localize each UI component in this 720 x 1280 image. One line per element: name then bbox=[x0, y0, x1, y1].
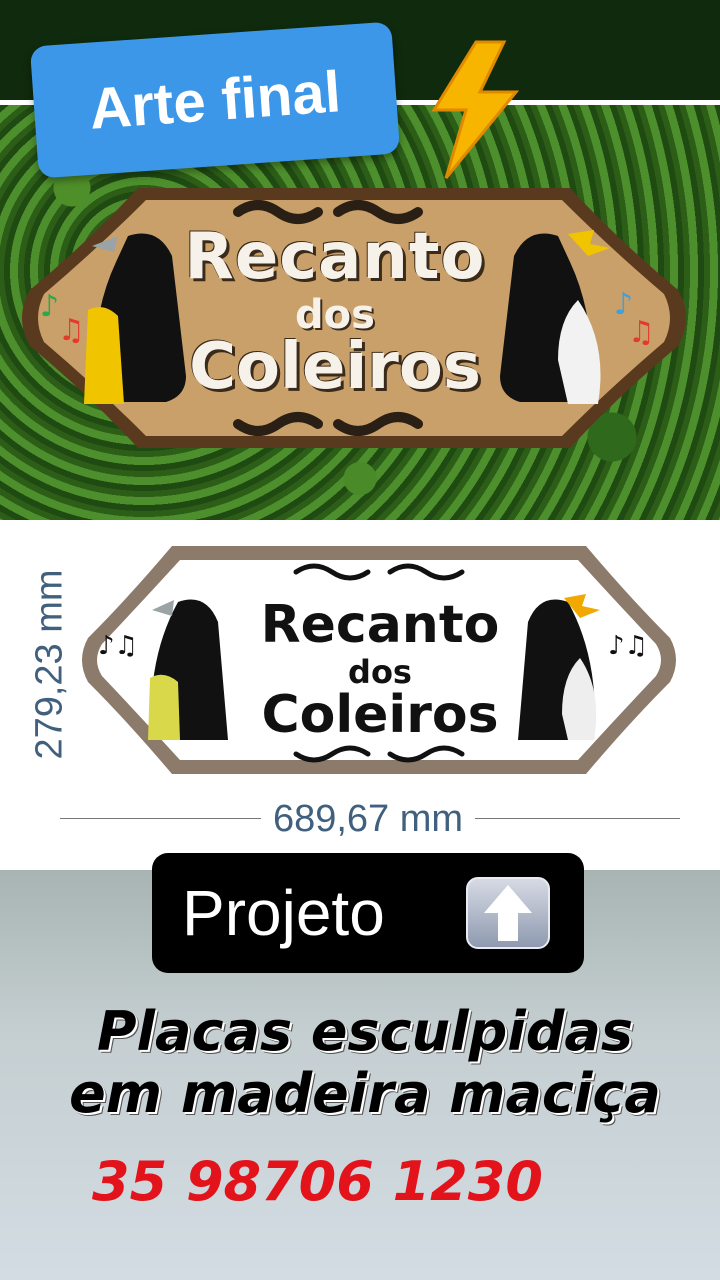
wood-sign-title: Recanto bbox=[184, 220, 486, 294]
height-dimension: 279,23 mm bbox=[28, 545, 72, 785]
svg-text:♫: ♫ bbox=[58, 313, 85, 348]
lightning-icon bbox=[431, 40, 520, 179]
width-dimension: 689,67 mm bbox=[52, 798, 684, 840]
height-label: 279,23 mm bbox=[28, 569, 71, 760]
projeto-label: Projeto bbox=[182, 877, 385, 949]
svg-text:♪♫: ♪♫ bbox=[98, 631, 138, 661]
width-label: 689,67 mm bbox=[260, 798, 476, 840]
drawing-name: Coleiros bbox=[261, 685, 499, 745]
phone-number: 35 98706 1230 bbox=[92, 1150, 543, 1213]
drawing-title: Recanto bbox=[260, 595, 500, 655]
projeto-button: Projeto bbox=[152, 853, 584, 973]
wood-sign-name: Coleiros bbox=[189, 330, 481, 404]
headline-line-2: em madeira maciça bbox=[69, 1062, 661, 1125]
arte-final-label: Arte final bbox=[87, 58, 343, 142]
headline-line-1: Placas esculpidas bbox=[96, 1000, 634, 1063]
svg-text:♪: ♪ bbox=[40, 289, 59, 324]
up-arrow-icon bbox=[466, 877, 550, 949]
svg-text:♫: ♫ bbox=[628, 315, 655, 350]
svg-text:♪♫: ♪♫ bbox=[608, 631, 648, 661]
arte-final-badge: Arte final bbox=[29, 21, 401, 179]
